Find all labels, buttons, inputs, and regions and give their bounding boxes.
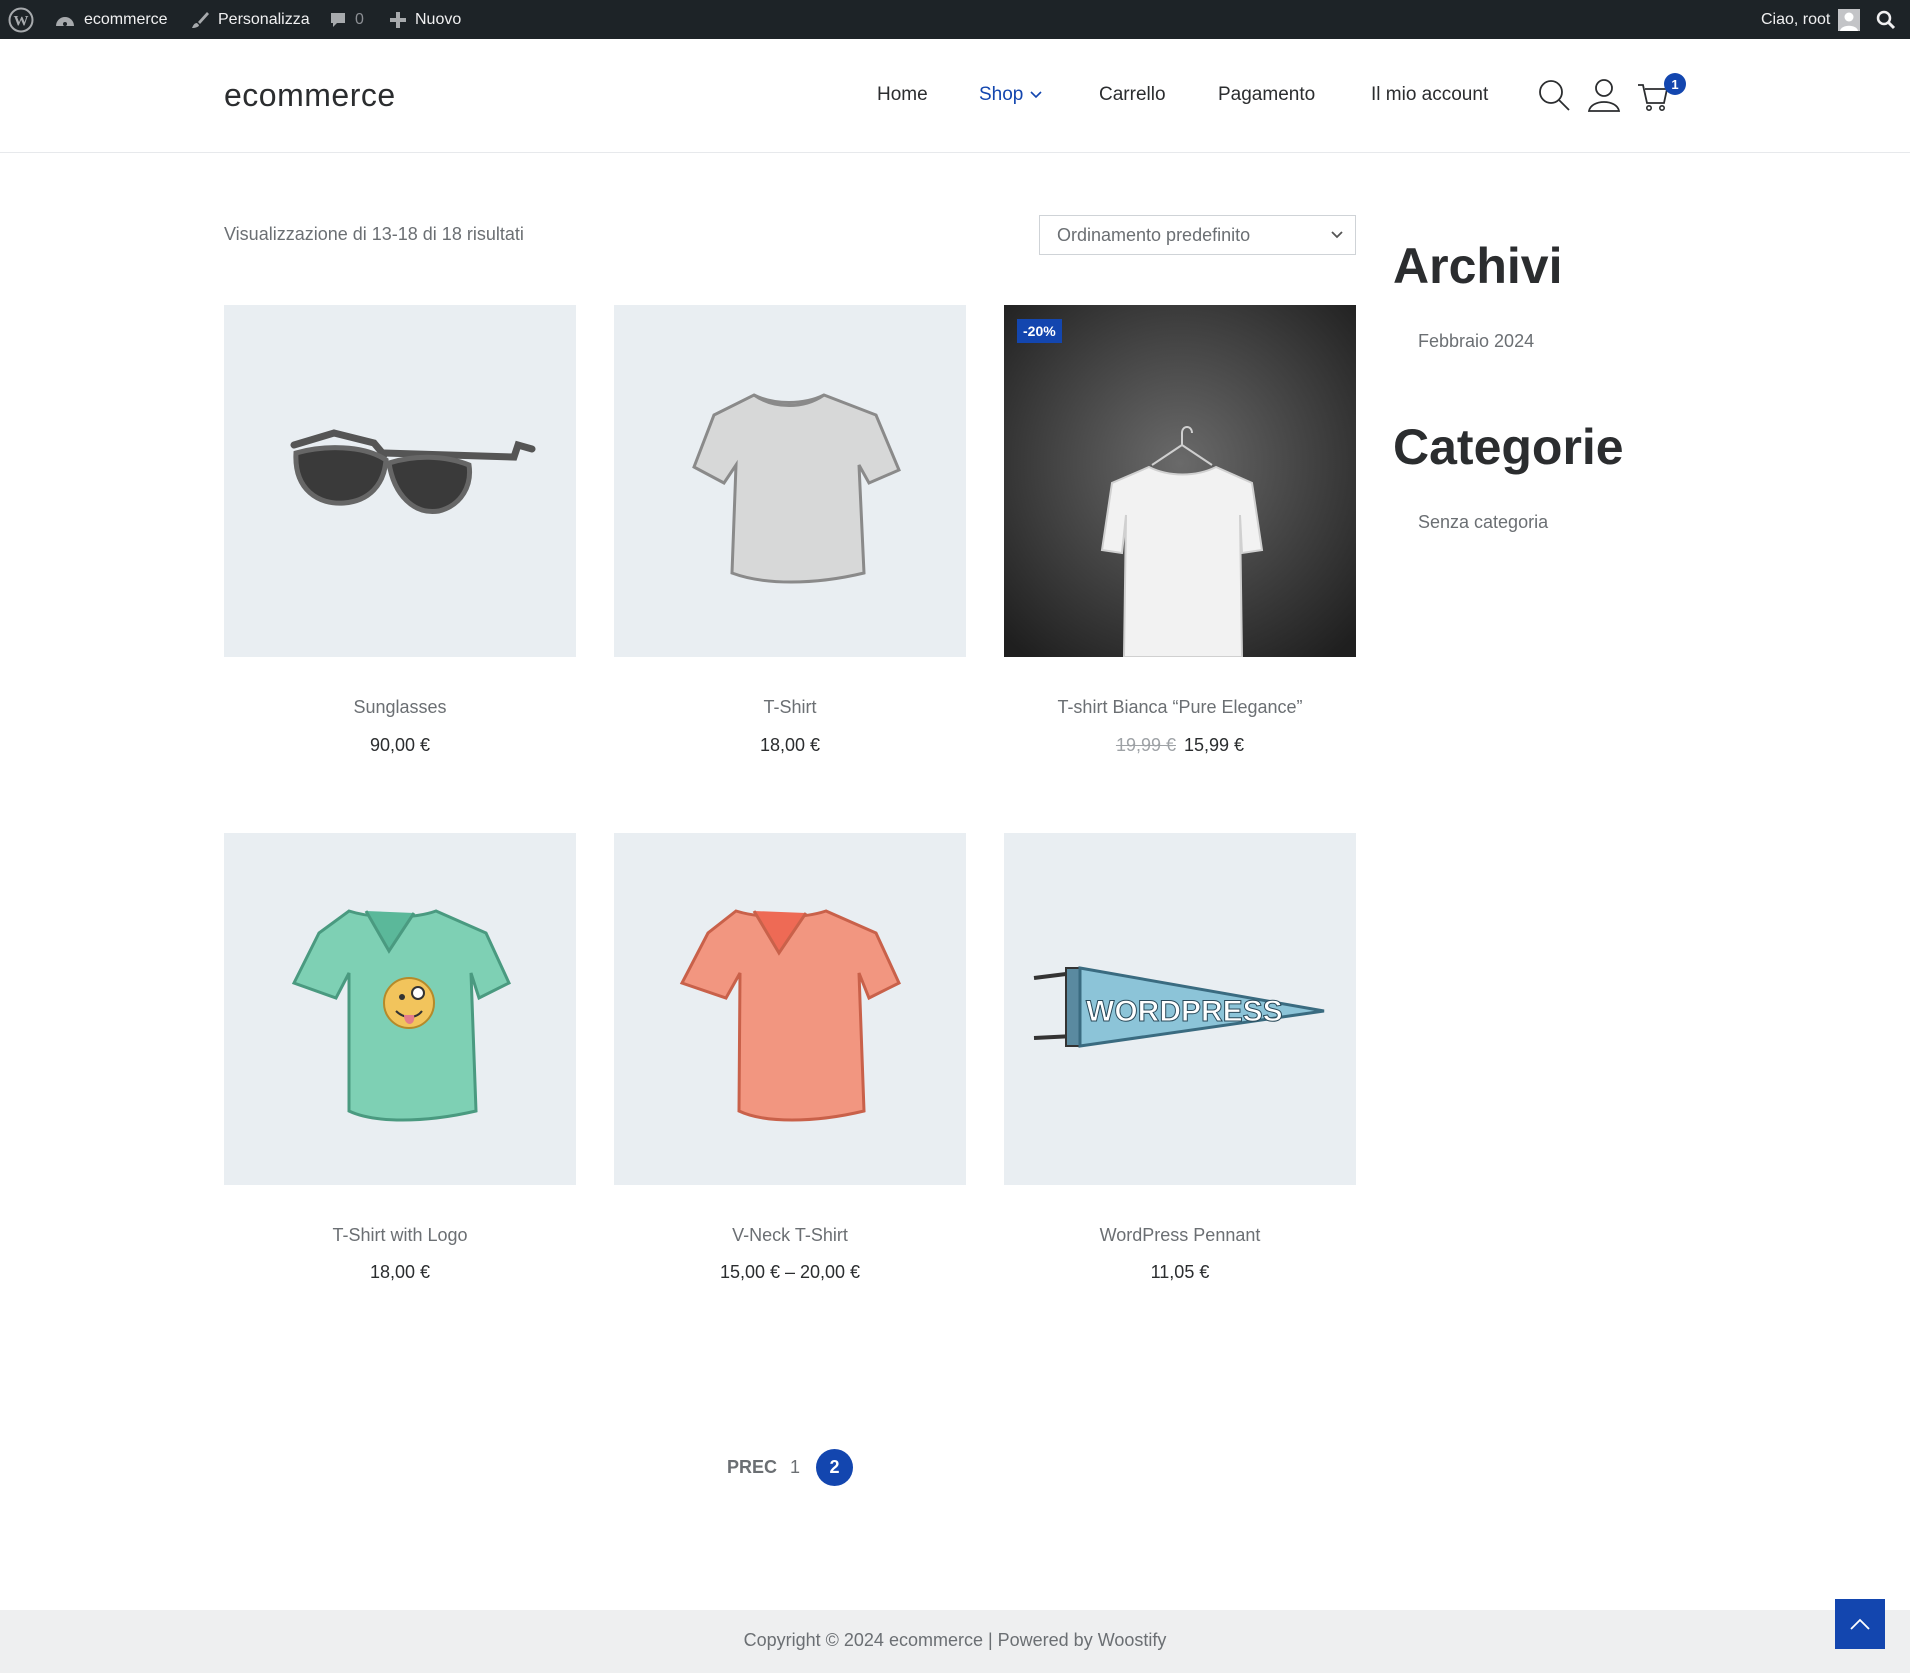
- product-image-sunglasses[interactable]: [224, 305, 576, 657]
- archive-link[interactable]: Febbraio 2024: [1418, 331, 1534, 352]
- product-price: 18,00 €: [759, 735, 821, 755]
- product-title[interactable]: T-Shirt with Logo: [224, 1225, 576, 1246]
- product-image-tshirt[interactable]: [614, 305, 966, 657]
- pagination-current-page[interactable]: 2: [816, 1449, 853, 1486]
- product-price: 15,00 € – 20,00 €: [719, 1262, 861, 1282]
- comment-icon: [329, 11, 347, 29]
- nav-account[interactable]: Il mio account: [1371, 84, 1488, 106]
- footer-copyright: Copyright © 2024 ecommerce | Powered by …: [743, 1630, 1167, 1650]
- admin-site-label: ecommerce: [84, 10, 168, 28]
- brush-icon: [190, 10, 210, 30]
- customize-label: Personalizza: [218, 10, 310, 28]
- chevron-down-icon: [1331, 231, 1343, 239]
- product-price: 90,00 €: [369, 735, 431, 755]
- pennant-text: WORDPRESS: [1086, 995, 1283, 1028]
- product-old-price: 19,99 €: [1115, 735, 1176, 755]
- categories-title: Categorie: [1393, 419, 1624, 475]
- cart-count-badge: 1: [1664, 73, 1686, 95]
- greeting-label: Ciao, root: [1761, 10, 1831, 28]
- svg-text:W: W: [14, 13, 29, 29]
- admin-search-button[interactable]: [1876, 0, 1904, 39]
- archives-title: Archivi: [1393, 238, 1563, 294]
- product-image-white-tshirt[interactable]: -20%: [1004, 305, 1356, 657]
- new-content-label: Nuovo: [415, 10, 462, 28]
- chevron-down-icon: [1030, 91, 1042, 99]
- category-link[interactable]: Senza categoria: [1418, 512, 1548, 533]
- product-title[interactable]: V-Neck T-Shirt: [614, 1225, 966, 1246]
- search-icon: [1876, 10, 1896, 30]
- nav-shop-label: Shop: [979, 84, 1024, 105]
- product-image-vneck[interactable]: [614, 833, 966, 1185]
- search-icon: [1539, 80, 1570, 111]
- product-price: 19,99 € 15,99 €: [1004, 735, 1356, 756]
- product-title[interactable]: T-shirt Bianca “Pure Elegance”: [1004, 697, 1356, 718]
- product-image-pennant[interactable]: WORDPRESS: [1004, 833, 1356, 1185]
- nav-checkout[interactable]: Pagamento: [1218, 84, 1315, 106]
- ordering-value: Ordinamento predefinito: [1057, 224, 1251, 245]
- search-button[interactable]: [1536, 77, 1572, 113]
- site-header: ecommerce Home Shop Carrello Pagamento I…: [0, 39, 1910, 153]
- scroll-to-top-button[interactable]: [1835, 1599, 1885, 1649]
- product-price: 18,00 €: [369, 1262, 431, 1282]
- avatar: [1838, 8, 1861, 31]
- product-price: 11,05 €: [1150, 1262, 1210, 1282]
- product-title[interactable]: Sunglasses: [224, 697, 576, 718]
- comments-count: 0: [355, 10, 364, 28]
- customize-link[interactable]: Personalizza: [190, 0, 310, 39]
- admin-bar: W ecommerce Personalizza 0 Nuovo Ciao, r…: [0, 0, 1910, 39]
- site-footer: Copyright © 2024 ecommerce | Powered by …: [0, 1610, 1910, 1673]
- product-sale-price: 15,99 €: [1184, 735, 1245, 755]
- result-count: Visualizzazione di 13-18 di 18 risultati: [224, 224, 524, 244]
- nav-shop[interactable]: Shop: [979, 84, 1043, 106]
- nav-cart[interactable]: Carrello: [1099, 84, 1166, 106]
- dashboard-icon: [54, 10, 76, 30]
- plus-icon: [389, 11, 407, 29]
- chevron-up-icon: [1850, 1618, 1870, 1630]
- product-title[interactable]: T-Shirt: [614, 697, 966, 718]
- pagination-prev[interactable]: PREC: [727, 1457, 777, 1478]
- comments-link[interactable]: 0: [329, 0, 364, 39]
- wordpress-icon: W: [8, 7, 34, 33]
- admin-site-link[interactable]: ecommerce: [54, 0, 168, 39]
- account-menu[interactable]: Ciao, root: [1761, 0, 1868, 39]
- pagination-page[interactable]: 1: [790, 1457, 800, 1478]
- new-content-link[interactable]: Nuovo: [389, 0, 461, 39]
- wordpress-logo-button[interactable]: W: [8, 0, 42, 39]
- nav-home[interactable]: Home: [877, 84, 928, 106]
- sale-badge: -20%: [1017, 319, 1062, 343]
- account-button[interactable]: [1586, 77, 1622, 113]
- product-image-tshirt-logo[interactable]: [224, 833, 576, 1185]
- ordering-select[interactable]: Ordinamento predefinito: [1039, 215, 1356, 255]
- user-icon: [1587, 79, 1621, 112]
- product-title[interactable]: WordPress Pennant: [1004, 1225, 1356, 1246]
- site-logo[interactable]: ecommerce: [224, 77, 396, 114]
